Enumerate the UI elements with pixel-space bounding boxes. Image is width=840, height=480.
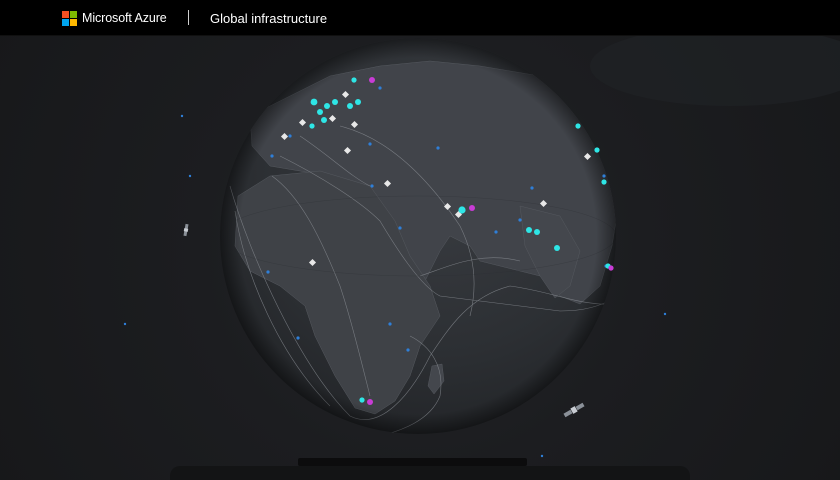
network-pop-icon[interactable] (406, 348, 410, 352)
network-pop-icon[interactable] (388, 322, 392, 326)
network-pop-icon[interactable] (436, 146, 440, 150)
region-announced-icon[interactable] (367, 399, 373, 405)
network-pop-icon[interactable] (530, 186, 534, 190)
region-available-icon[interactable] (324, 103, 330, 109)
section-title-link[interactable]: Global infrastructure (210, 11, 327, 26)
network-pop-icon[interactable] (398, 226, 402, 230)
header-divider (188, 10, 189, 25)
region-available-icon[interactable] (359, 397, 365, 403)
network-pop-icon[interactable] (663, 312, 667, 316)
network-pop-icon[interactable] (123, 322, 127, 326)
globe-rim (220, 38, 616, 434)
bottom-control-bar[interactable] (298, 458, 527, 466)
background-haze (590, 36, 840, 106)
network-pop-icon[interactable] (494, 230, 498, 234)
brand-name: Microsoft Azure (82, 11, 167, 25)
region-available-icon[interactable] (534, 229, 540, 235)
bottom-panel-shadow (170, 466, 690, 480)
region-available-icon[interactable] (601, 179, 607, 185)
region-available-icon[interactable] (332, 99, 338, 105)
region-available-icon[interactable] (321, 117, 327, 123)
region-available-icon[interactable] (309, 123, 315, 129)
region-available-icon[interactable] (351, 77, 357, 83)
region-available-icon[interactable] (526, 227, 532, 233)
region-announced-icon[interactable] (469, 205, 475, 211)
region-available-icon[interactable] (355, 99, 361, 105)
top-navigation-bar: Microsoft Azure Global infrastructure (0, 0, 840, 36)
region-available-icon[interactable] (347, 103, 353, 109)
region-available-icon[interactable] (594, 147, 600, 153)
network-pop-icon[interactable] (368, 142, 372, 146)
microsoft-azure-home-link[interactable]: Microsoft Azure (62, 10, 167, 26)
network-pop-icon[interactable] (518, 218, 522, 222)
region-announced-icon[interactable] (369, 77, 375, 83)
satellite-icon[interactable] (183, 223, 189, 237)
network-pop-icon[interactable] (180, 114, 184, 118)
network-pop-icon[interactable] (270, 154, 274, 158)
region-available-icon[interactable] (310, 98, 318, 106)
network-pop-icon[interactable] (602, 174, 606, 178)
network-pop-icon[interactable] (370, 184, 374, 188)
globe-3d-view[interactable] (0, 36, 840, 466)
network-pop-icon[interactable] (266, 270, 270, 274)
network-pop-icon[interactable] (540, 454, 544, 458)
microsoft-logo-icon (62, 10, 77, 26)
region-available-icon[interactable] (458, 206, 466, 214)
satellite-icon[interactable] (563, 402, 585, 418)
global-infrastructure-page: Microsoft Azure Global infrastructure (0, 0, 840, 480)
region-available-icon[interactable] (554, 245, 560, 251)
network-pop-icon[interactable] (378, 86, 382, 90)
logo-green-square (70, 10, 77, 18)
logo-yellow-square (70, 18, 77, 26)
network-pop-icon[interactable] (288, 134, 292, 138)
region-announced-icon[interactable] (608, 265, 614, 271)
region-available-icon[interactable] (575, 123, 581, 129)
network-pop-icon[interactable] (188, 174, 192, 178)
logo-red-square (62, 10, 69, 18)
logo-blue-square (62, 18, 69, 26)
region-available-icon[interactable] (317, 109, 323, 115)
network-pop-icon[interactable] (296, 336, 300, 340)
